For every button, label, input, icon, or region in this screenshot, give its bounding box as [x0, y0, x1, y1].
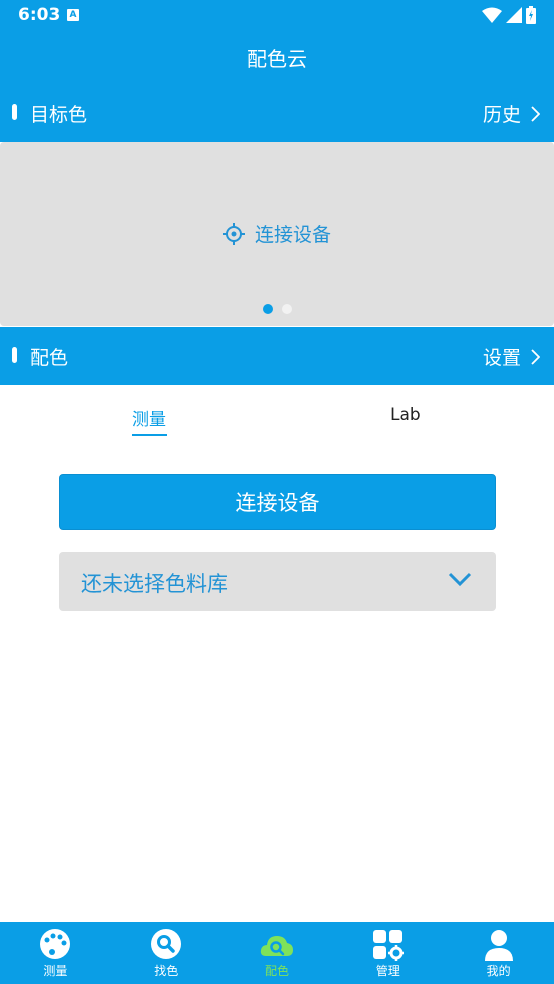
active-tab-indicator [132, 434, 167, 436]
grid-manage-icon [372, 930, 404, 961]
status-bar: 6:03 A [0, 0, 554, 32]
search-icon [151, 929, 182, 959]
chevron-down-icon [448, 572, 472, 587]
chevron-right-icon [531, 105, 540, 122]
settings-link-label: 设置 [482, 347, 521, 369]
nav-measure-label: 测量 [43, 964, 68, 978]
page-title: 配色云 [247, 47, 307, 71]
nav-find-color-label: 找色 [154, 964, 179, 978]
history-link-label: 历史 [482, 104, 521, 126]
color-library-value: 还未选择色料库 [81, 572, 228, 596]
section-marker [12, 104, 17, 120]
nav-measure[interactable]: 测量 [0, 922, 111, 984]
notification-a-icon: A [67, 9, 79, 21]
tab-lab[interactable]: Lab [390, 405, 421, 425]
section-marker [12, 347, 17, 363]
target-color-section-header: 目标色 历史 [0, 91, 554, 135]
match-section-header: 配色 设置 [0, 327, 554, 385]
chevron-right-icon [531, 348, 540, 365]
match-section-row: 配色 设置 [0, 334, 554, 378]
palette-icon [40, 929, 71, 959]
connect-device-text: 连接设备 [254, 224, 331, 246]
match-label: 配色 [30, 347, 69, 369]
nav-find-color[interactable]: 找色 [111, 922, 222, 984]
settings-link[interactable]: 设置 [483, 343, 540, 370]
target-color-label: 目标色 [30, 104, 88, 126]
history-link[interactable]: 历史 [483, 100, 540, 127]
pager-dots [0, 304, 554, 314]
status-time: 6:03 [18, 5, 61, 25]
connect-device-target[interactable]: 连接设备 [0, 220, 554, 247]
nav-manage-label: 管理 [375, 964, 400, 978]
status-icons [482, 6, 536, 24]
app-header: 配色云 目标色 历史 [0, 32, 554, 142]
nav-manage[interactable]: 管理 [332, 922, 443, 984]
wifi-icon [482, 7, 502, 23]
crosshair-icon [222, 222, 245, 245]
nav-profile[interactable]: 我的 [443, 922, 554, 984]
nav-color-match[interactable]: 配色 [222, 922, 333, 984]
signal-icon [506, 7, 522, 23]
battery-icon [526, 6, 536, 24]
pager-dot[interactable] [281, 304, 292, 314]
tab-measure[interactable]: 测量 [132, 405, 166, 430]
person-icon [484, 930, 513, 961]
color-library-select[interactable]: 还未选择色料库 [59, 552, 496, 611]
cloud-match-icon [260, 936, 293, 956]
target-color-panel[interactable]: 连接设备 [0, 142, 554, 326]
nav-profile-label: 我的 [486, 964, 511, 978]
mode-tabs: 测量 Lab [0, 385, 554, 445]
nav-color-match-label: 配色 [264, 964, 289, 978]
bottom-nav: 测量 找色 配色 管理 我的 [0, 922, 554, 984]
pager-dot-active[interactable] [262, 304, 273, 314]
connect-device-button[interactable]: 连接设备 [59, 474, 496, 530]
